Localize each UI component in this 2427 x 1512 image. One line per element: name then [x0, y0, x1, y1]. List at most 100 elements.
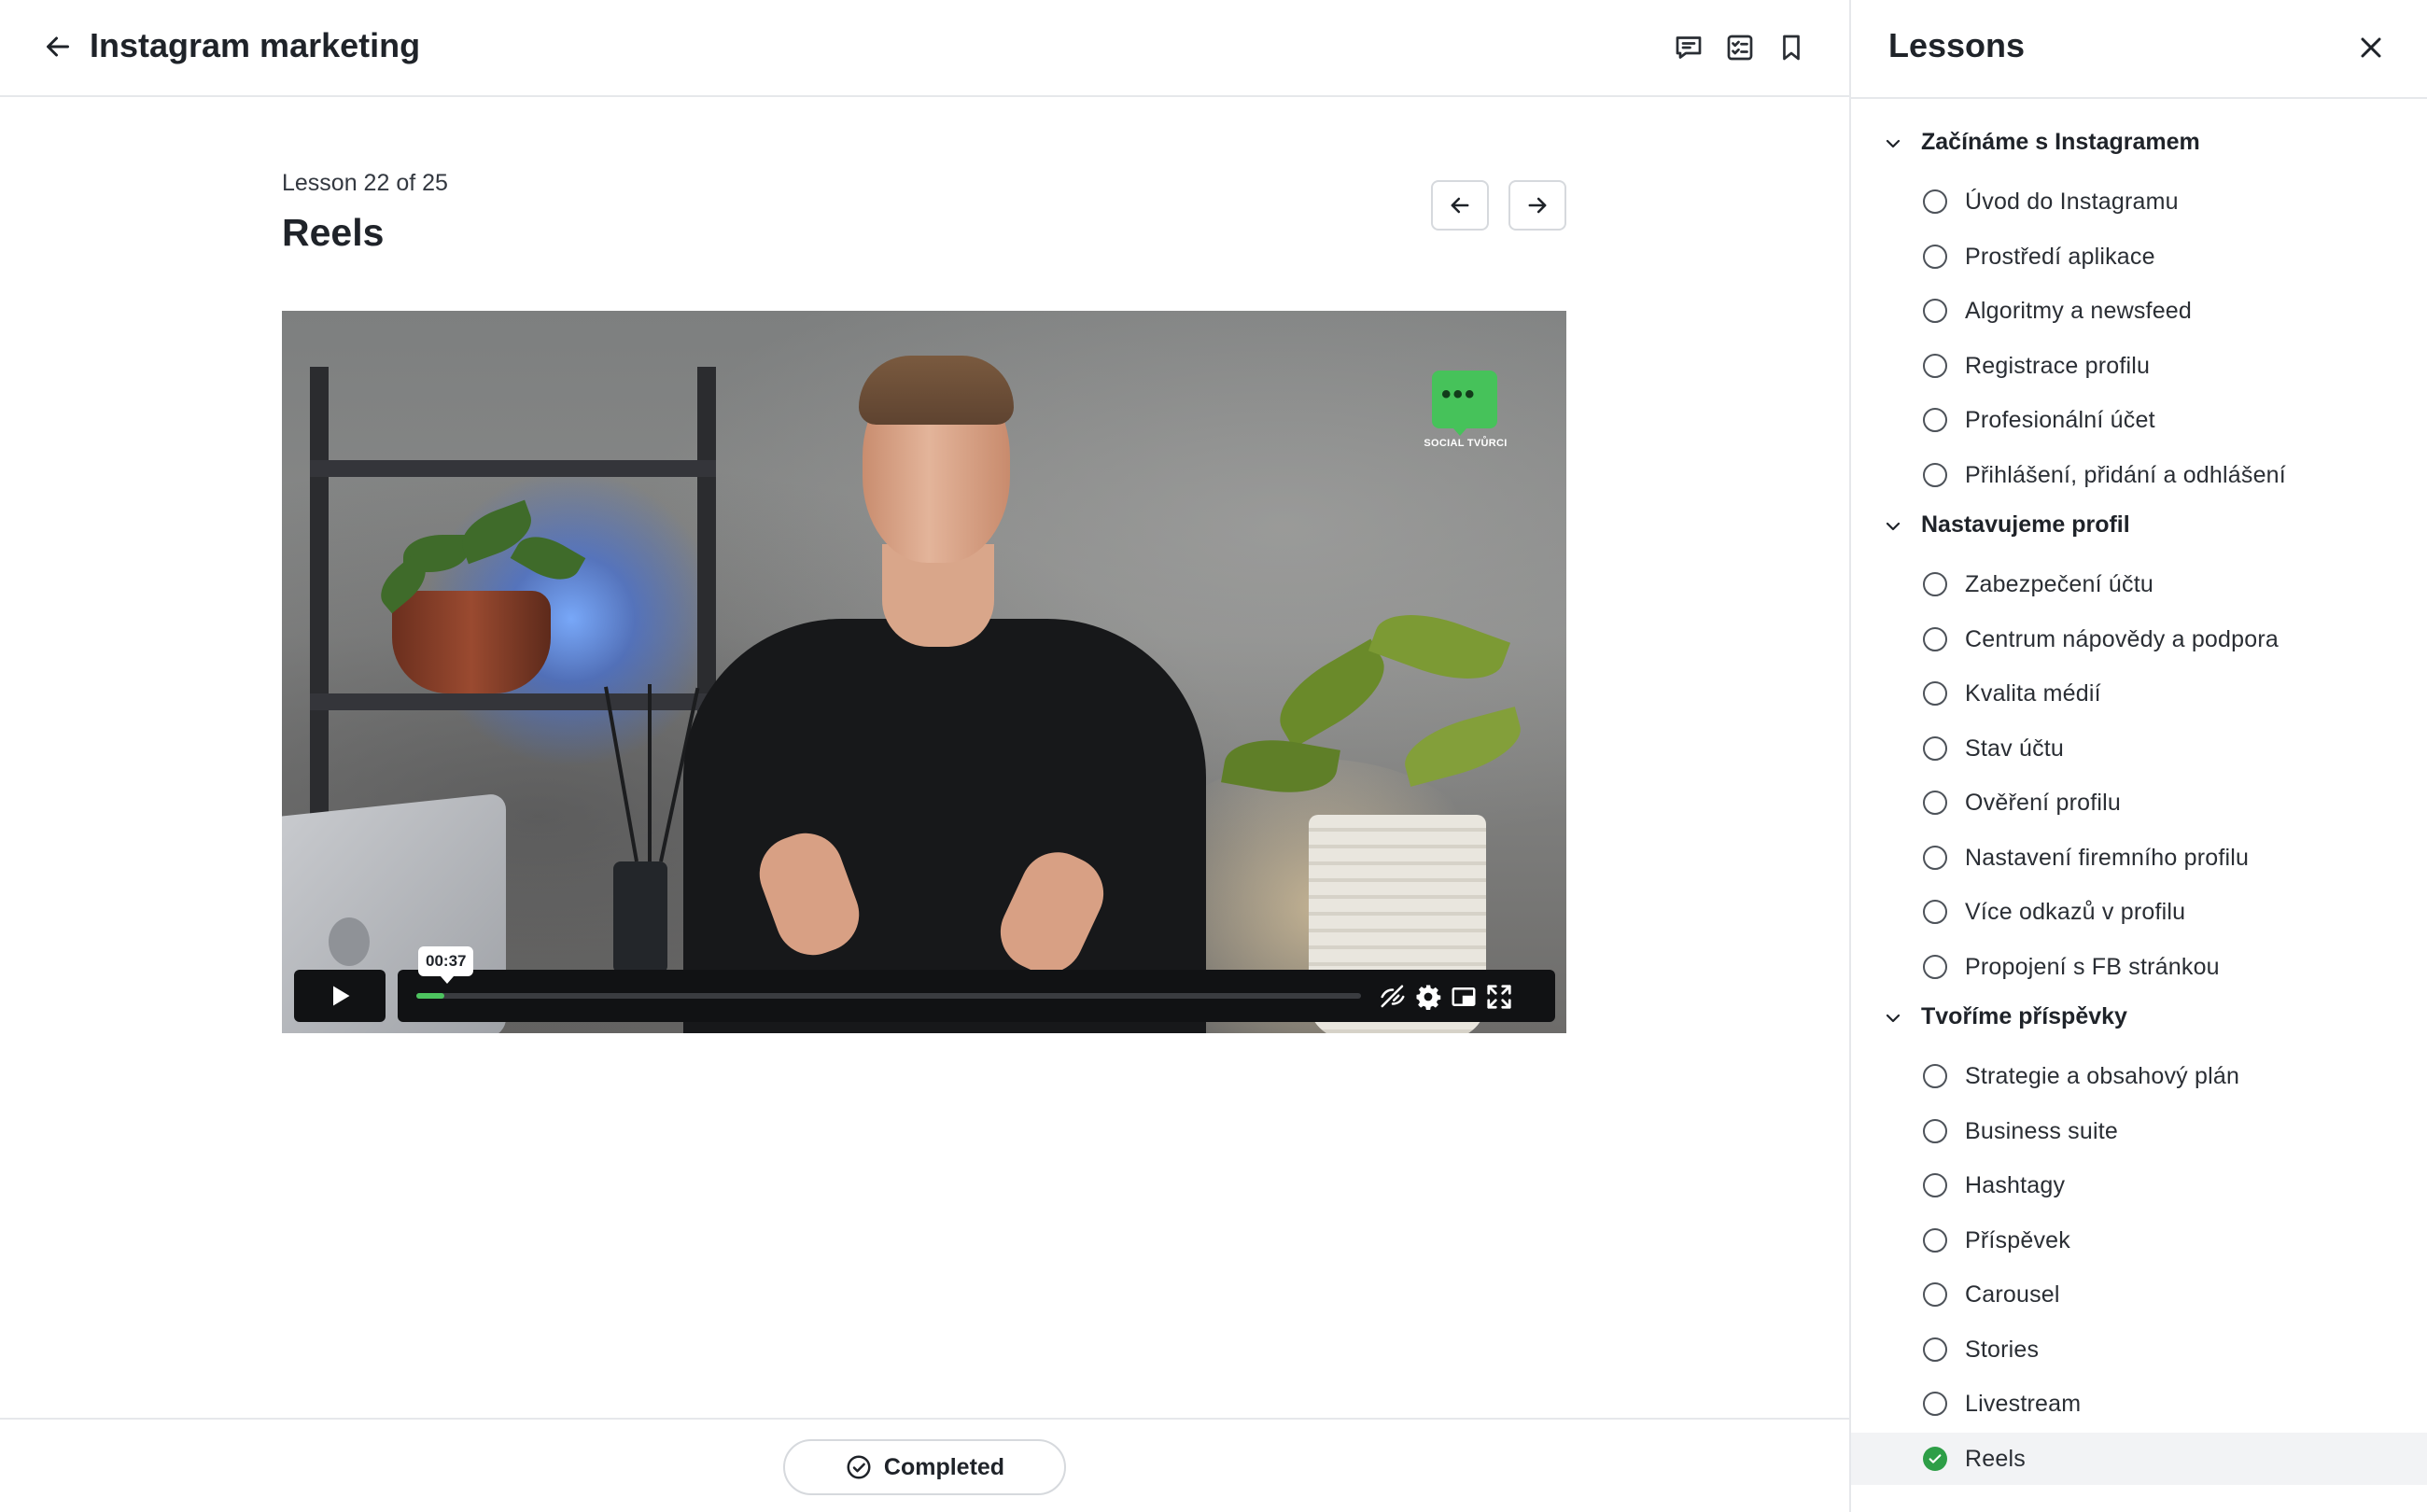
chat-icon [1676, 36, 1702, 59]
progress-fill [416, 993, 445, 999]
completed-label: Completed [883, 1453, 1005, 1480]
chevron-down-icon [1886, 522, 1901, 531]
lesson-item[interactable]: Reels [1851, 1432, 2427, 1485]
lesson-label: Carousel [1965, 1281, 2060, 1308]
lesson-label: Centrum nápovědy a podpora [1965, 625, 2279, 652]
completed-button[interactable]: Completed [783, 1439, 1066, 1495]
incomplete-circle-icon [1923, 572, 1947, 596]
lesson-item[interactable]: Carousel [1851, 1268, 2427, 1321]
lesson-item[interactable]: Úvod do Instagramu [1851, 175, 2427, 228]
incomplete-circle-icon [1923, 735, 1947, 761]
lesson-label: Algoritmy a newsfeed [1965, 298, 2193, 324]
bookmark-button[interactable] [1775, 31, 1808, 64]
lesson-item[interactable]: Hashtagy [1851, 1159, 2427, 1211]
lesson-label: Kvalita médií [1965, 680, 2101, 707]
lesson-title: Reels [282, 211, 385, 254]
current-time-tooltip: 00:37 [418, 946, 474, 984]
lesson-item[interactable]: Stories [1851, 1323, 2427, 1376]
comments-button[interactable] [1672, 31, 1705, 64]
back-button[interactable] [41, 30, 75, 63]
arrow-left-icon [1451, 197, 1469, 214]
lesson-label: Nastavení firemního profilu [1965, 844, 2250, 871]
lesson-item[interactable]: Algoritmy a newsfeed [1851, 285, 2427, 337]
notes-button[interactable] [1723, 31, 1757, 64]
settings-icon [1416, 985, 1441, 1010]
lesson-item[interactable]: Prostředí aplikace [1851, 231, 2427, 283]
course-title: Instagram marketing [90, 26, 421, 64]
incomplete-circle-icon [1923, 189, 1947, 214]
lesson-item[interactable]: Strategie a obsahový plán [1851, 1050, 2427, 1102]
lesson-item[interactable]: Stav účtu [1851, 722, 2427, 775]
captions-off-icon [1381, 985, 1405, 1008]
section-header[interactable]: Začínáme s Instagramem [1882, 125, 2405, 162]
previous-lesson-button[interactable] [1431, 180, 1489, 231]
section-header[interactable]: Nastavujeme profil [1882, 508, 2405, 545]
lesson-item[interactable]: Profesionální účet [1851, 394, 2427, 446]
top-header: Instagram marketing [0, 0, 1849, 97]
incomplete-circle-icon [1923, 299, 1947, 323]
lesson-item[interactable]: Nastavení firemního profilu [1851, 832, 2427, 884]
video-control-bar [398, 970, 1555, 1022]
lesson-item[interactable]: Livestream [1851, 1378, 2427, 1430]
lesson-label: Stories [1965, 1336, 2040, 1363]
laptop-logo [329, 917, 370, 966]
lesson-label: Business suite [1965, 1117, 2118, 1144]
close-icon [2361, 37, 2381, 58]
fullscreen-icon [1487, 985, 1511, 1009]
shelf-board [310, 693, 716, 710]
arrow-right-icon [1528, 197, 1547, 214]
video-player[interactable]: ••• SOCIAL TVŮRCI 00:37 [282, 311, 1566, 1033]
picture-in-picture-button[interactable] [1450, 983, 1478, 1011]
incomplete-circle-icon [1923, 626, 1947, 651]
settings-button[interactable] [1414, 983, 1442, 1011]
incomplete-circle-icon [1923, 1337, 1947, 1362]
incomplete-circle-icon [1923, 1118, 1947, 1143]
lesson-label: Zabezpečení účtu [1965, 571, 2153, 597]
lesson-item[interactable]: Přihlášení, přidání a odhlášení [1851, 449, 2427, 501]
lesson-item[interactable]: Kvalita médií [1851, 667, 2427, 720]
progress-track[interactable] [416, 993, 1361, 999]
shelf-board [310, 460, 716, 477]
lesson-item[interactable]: Propojení s FB stránkou [1851, 941, 2427, 993]
close-sidebar-button[interactable] [2354, 31, 2388, 64]
lesson-label: Strategie a obsahový plán [1965, 1063, 2240, 1089]
incomplete-circle-icon [1923, 954, 1947, 979]
section-header[interactable]: Tvoříme příspěvky [1882, 1000, 2405, 1037]
diffuser-stick [648, 684, 652, 861]
check-circle-icon [847, 1455, 871, 1479]
lesson-item[interactable]: Příspěvek [1851, 1214, 2427, 1267]
lesson-label: Stav účtu [1965, 735, 2065, 762]
chevron-down-icon [1886, 139, 1901, 148]
incomplete-circle-icon [1923, 1173, 1947, 1197]
brand-text: SOCIAL TVŮRCI [1424, 438, 1508, 449]
incomplete-circle-icon [1923, 791, 1947, 815]
next-lesson-button[interactable] [1508, 180, 1566, 231]
lesson-label: Úvod do Instagramu [1965, 189, 2179, 215]
captions-toggle[interactable] [1379, 983, 1407, 1011]
lesson-label: Ověření profilu [1965, 790, 2121, 816]
checklist-icon [1727, 35, 1753, 61]
section-title: Začínáme s Instagramem [1921, 129, 2200, 155]
lesson-item[interactable]: Business suite [1851, 1105, 2427, 1157]
lesson-item[interactable]: Ověření profilu [1851, 777, 2427, 829]
lesson-item[interactable]: Centrum nápovědy a podpora [1851, 613, 2427, 665]
lesson-item[interactable]: Registrace profilu [1851, 340, 2427, 392]
diffuser-bottle [613, 861, 667, 973]
lesson-label: Livestream [1965, 1391, 2082, 1417]
plant-pot [392, 591, 551, 693]
incomplete-circle-icon [1923, 900, 1947, 924]
chevron-down-icon [1886, 1014, 1901, 1023]
lesson-label: Příspěvek [1965, 1226, 2070, 1253]
brand-logo-tail [1447, 421, 1473, 436]
lesson-counter: Lesson 22 of 25 [282, 170, 448, 196]
play-button[interactable] [294, 970, 386, 1022]
incomplete-circle-icon [1923, 1064, 1947, 1088]
incomplete-circle-icon [1923, 462, 1947, 487]
fullscreen-button[interactable] [1485, 983, 1513, 1011]
play-icon [333, 986, 350, 1006]
incomplete-circle-icon [1923, 845, 1947, 870]
lesson-item[interactable]: Zabezpečení účtu [1851, 558, 2427, 610]
lesson-label: Více odkazů v profilu [1965, 899, 2186, 925]
lesson-label: Profesionální účet [1965, 407, 2155, 433]
lesson-item[interactable]: Více odkazů v profilu [1851, 886, 2427, 938]
